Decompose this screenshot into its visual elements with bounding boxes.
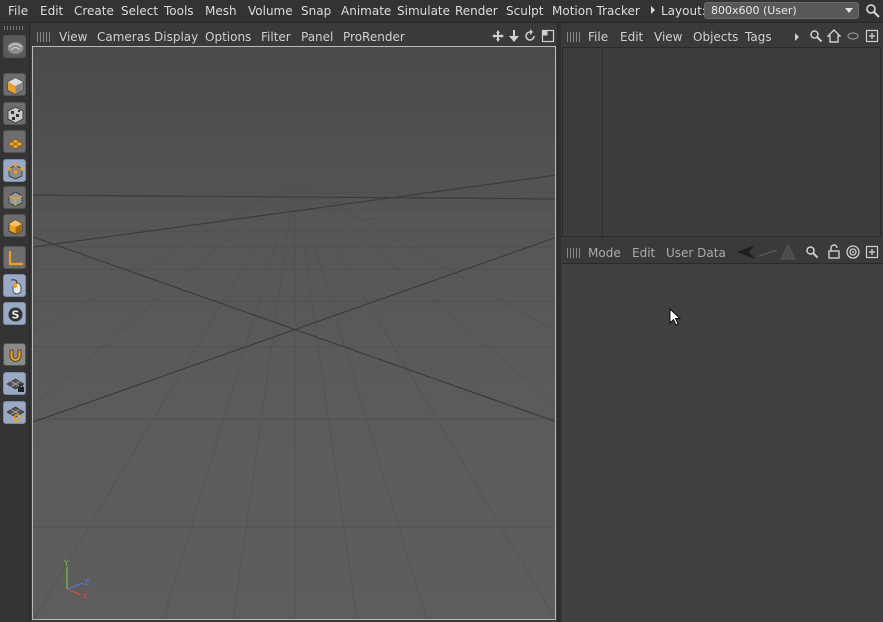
viewport-grid bbox=[33, 174, 555, 619]
new-panel-icon[interactable] bbox=[865, 29, 879, 43]
workplane-lock-button[interactable] bbox=[3, 372, 26, 395]
texture-mode-button[interactable] bbox=[3, 102, 26, 125]
solo-s-icon: S bbox=[8, 307, 23, 322]
zoom-view-icon[interactable] bbox=[507, 29, 521, 43]
lock-icon[interactable] bbox=[827, 244, 841, 259]
cube-icon bbox=[7, 77, 24, 95]
layout-dropdown[interactable]: 800x600 (User) bbox=[704, 2, 859, 19]
attribute-menu-mode[interactable]: Mode bbox=[588, 246, 621, 260]
back-arrow-icon[interactable] bbox=[736, 244, 756, 260]
points-cube-icon bbox=[7, 163, 24, 180]
attribute-menu-user-data[interactable]: User Data bbox=[666, 246, 726, 260]
object-manager-column-divider[interactable] bbox=[602, 48, 603, 236]
axis-mode-button[interactable] bbox=[3, 246, 26, 269]
link-icon[interactable] bbox=[847, 31, 859, 41]
new-panel-icon[interactable] bbox=[865, 245, 879, 259]
object-menu-edit[interactable]: Edit bbox=[620, 30, 643, 44]
left-toolbar: S bbox=[0, 23, 30, 622]
menu-file[interactable]: File bbox=[8, 4, 28, 18]
viewport-menu-display[interactable]: Display bbox=[154, 30, 198, 44]
viewport-menu-options[interactable]: Options bbox=[205, 30, 251, 44]
menu-volume[interactable]: Volume bbox=[248, 4, 293, 18]
menu-edit[interactable]: Edit bbox=[40, 4, 63, 18]
attribute-menu-edit[interactable]: Edit bbox=[632, 246, 655, 260]
object-menu-tags[interactable]: Tags bbox=[745, 30, 772, 44]
menu-render[interactable]: Render bbox=[455, 4, 498, 18]
edges-mode-button[interactable] bbox=[3, 186, 26, 209]
tweak-mode-button[interactable] bbox=[3, 274, 26, 297]
object-manager-grip[interactable] bbox=[567, 32, 580, 42]
menu-create[interactable]: Create bbox=[74, 4, 114, 18]
menu-sculpt[interactable]: Sculpt bbox=[506, 4, 543, 18]
search-icon[interactable] bbox=[809, 29, 823, 43]
axis-gizmo: Y Z X bbox=[63, 559, 90, 601]
solo-button[interactable]: S bbox=[3, 302, 26, 325]
workplane-mode-button[interactable] bbox=[3, 130, 26, 153]
rotate-view-icon[interactable] bbox=[523, 29, 537, 43]
grid-align-icon bbox=[6, 406, 25, 422]
axis-y-label: Y bbox=[63, 559, 69, 568]
home-icon[interactable] bbox=[827, 29, 841, 43]
viewport-menu-bar: View Cameras Display Options Filter Pane… bbox=[31, 27, 557, 47]
axis-z-label: Z bbox=[84, 578, 90, 587]
chevron-down-icon bbox=[845, 8, 853, 13]
object-manager-panel[interactable] bbox=[562, 47, 881, 237]
axis-x-label: X bbox=[82, 592, 88, 601]
move-view-icon[interactable] bbox=[491, 29, 505, 43]
3d-viewport[interactable]: Y Z X bbox=[32, 46, 556, 620]
viewport-menu-panel[interactable]: Panel bbox=[301, 30, 333, 44]
axis-icon bbox=[8, 251, 23, 266]
object-manager-menu-bar: File Edit View Objects Tags bbox=[561, 27, 883, 47]
viewport-menu-view[interactable]: View bbox=[59, 30, 87, 44]
menu-simulate[interactable]: Simulate bbox=[397, 4, 450, 18]
viewport-menu-prorender[interactable]: ProRender bbox=[343, 30, 405, 44]
target-icon[interactable] bbox=[846, 245, 860, 259]
menu-select[interactable]: Select bbox=[121, 4, 158, 18]
scene-icon bbox=[7, 42, 24, 54]
workplane-icon bbox=[7, 138, 24, 150]
attribute-manager-panel[interactable] bbox=[562, 263, 883, 622]
attribute-manager-menu-bar: Mode Edit User Data bbox=[561, 243, 883, 263]
edges-cube-icon bbox=[8, 191, 23, 207]
layout-label: Layout: bbox=[661, 4, 706, 18]
menu-mesh[interactable]: Mesh bbox=[205, 4, 237, 18]
more-menu-arrow-icon[interactable] bbox=[795, 33, 799, 41]
layout-dropdown-value: 800x600 (User) bbox=[711, 4, 797, 17]
attribute-manager-grip[interactable] bbox=[567, 248, 580, 258]
menu-animate[interactable]: Animate bbox=[341, 4, 391, 18]
menu-snap[interactable]: Snap bbox=[301, 4, 331, 18]
search-icon[interactable] bbox=[865, 3, 881, 19]
viewport-menu-filter[interactable]: Filter bbox=[261, 30, 291, 44]
viewport-menu-cameras[interactable]: Cameras bbox=[97, 30, 150, 44]
viewport-grip[interactable] bbox=[37, 32, 50, 42]
object-menu-view[interactable]: View bbox=[654, 30, 682, 44]
layout-arrow-icon bbox=[651, 6, 655, 14]
panel-splitter[interactable] bbox=[557, 23, 561, 622]
search-icon[interactable] bbox=[805, 245, 819, 259]
up-arrow-icon[interactable] bbox=[779, 244, 797, 260]
menu-tools[interactable]: Tools bbox=[164, 4, 194, 18]
points-mode-button[interactable] bbox=[3, 159, 26, 182]
grid-lock-icon bbox=[6, 378, 25, 392]
snap-button[interactable] bbox=[3, 343, 26, 366]
mouse-cursor-icon bbox=[669, 308, 681, 326]
model-mode-button[interactable] bbox=[3, 73, 26, 96]
workplane-align-button[interactable] bbox=[3, 401, 26, 424]
checker-cube-icon bbox=[7, 106, 24, 124]
menu-motion-tracker[interactable]: Motion Tracker bbox=[552, 4, 640, 18]
polygons-mode-button[interactable] bbox=[3, 214, 26, 237]
maximize-view-icon[interactable] bbox=[541, 29, 555, 43]
forward-arrow-icon[interactable] bbox=[757, 246, 779, 260]
polygon-cube-icon bbox=[8, 219, 23, 235]
mouse-icon bbox=[10, 279, 22, 295]
toolbar-grip[interactable] bbox=[4, 26, 25, 30]
object-menu-file[interactable]: File bbox=[588, 30, 608, 44]
object-menu-objects[interactable]: Objects bbox=[693, 30, 738, 44]
main-menu-bar: File Edit Create Select Tools Mesh Volum… bbox=[0, 0, 883, 23]
magnet-icon bbox=[9, 349, 22, 362]
undo-view-button[interactable] bbox=[3, 35, 26, 58]
svg-text:S: S bbox=[12, 309, 20, 322]
